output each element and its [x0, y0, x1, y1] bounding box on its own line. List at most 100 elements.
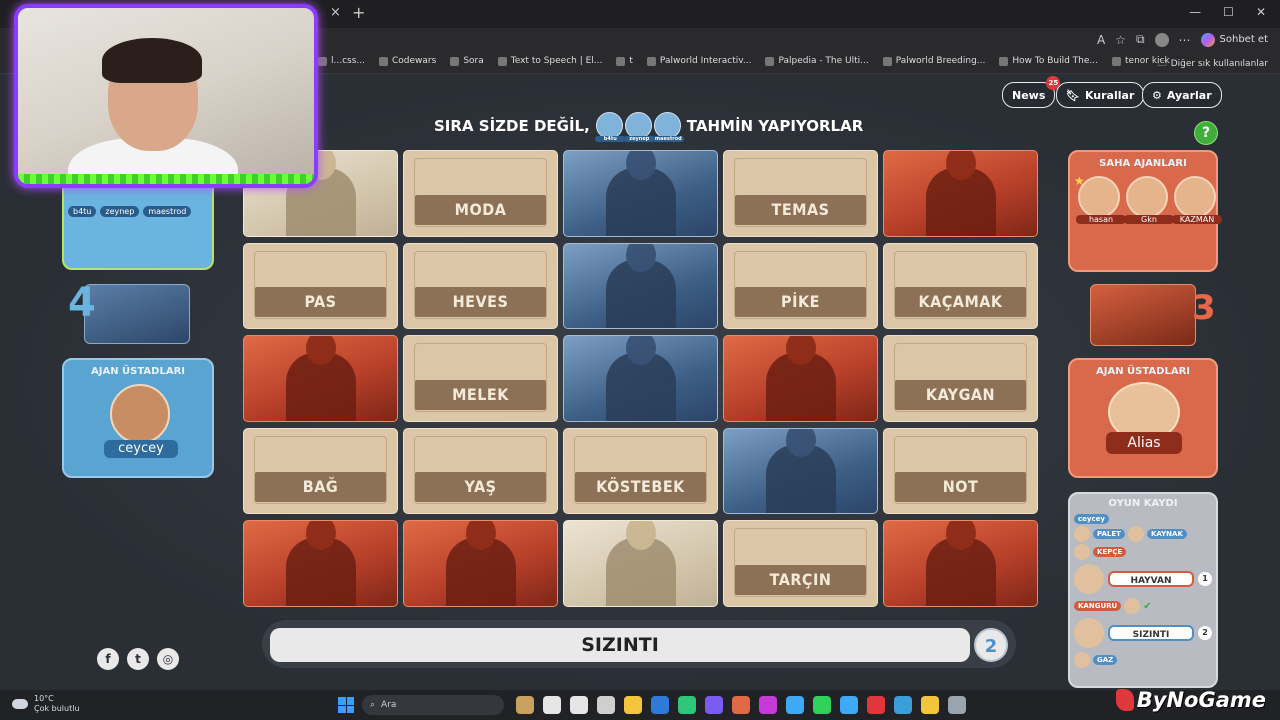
word-card[interactable]: TEMAS: [723, 150, 878, 237]
bookmark-item[interactable]: How To Build The...: [999, 56, 1098, 66]
red-agent-card: [723, 335, 878, 422]
word-card[interactable]: KAYGAN: [883, 335, 1038, 422]
bookmark-item[interactable]: Palpedia - The Ulti...: [765, 56, 869, 66]
new-tab-icon[interactable]: +: [352, 3, 365, 22]
twitter-icon[interactable]: t: [127, 648, 149, 670]
word-card[interactable]: BAĞ: [243, 427, 398, 514]
taskbar-app-icon[interactable]: [759, 696, 777, 714]
blue-operative-names: b4tu zeynep maestrod: [68, 206, 192, 217]
current-clue-word: SIZINTI: [270, 628, 970, 662]
log-entry: KEPÇE: [1074, 544, 1212, 560]
copilot-button[interactable]: Sohbet et: [1200, 32, 1268, 47]
taskbar-app-icon[interactable]: [867, 696, 885, 714]
red-operative-avatars: hasan Gkn KAZMAN: [1076, 176, 1222, 224]
collections-icon[interactable]: ⧉: [1136, 32, 1145, 47]
agent-portrait: [285, 537, 356, 606]
close-window-icon[interactable]: ✕: [1256, 5, 1266, 19]
taskbar-app-icon[interactable]: [894, 696, 912, 714]
profile-avatar[interactable]: [1154, 32, 1169, 47]
word-card[interactable]: HEVES: [403, 242, 558, 329]
taskbar-app-icon[interactable]: [543, 696, 561, 714]
blue-agent-card: [563, 335, 718, 422]
word-card[interactable]: NOT: [883, 427, 1038, 514]
news-button[interactable]: News 25: [1002, 76, 1061, 108]
taskbar-app-icon[interactable]: [813, 696, 831, 714]
word-card[interactable]: YAŞ: [403, 427, 558, 514]
instagram-icon[interactable]: ◎: [157, 648, 179, 670]
weather-text: Çok bulutlu: [34, 704, 80, 713]
log-clue-entry: SIZINTI 2: [1074, 618, 1212, 648]
taskbar-app-icon[interactable]: [678, 696, 696, 714]
bookmark-item[interactable]: Palworld Breeding...: [882, 56, 986, 66]
check-icon: ✔: [1143, 600, 1152, 612]
tab-close-icon[interactable]: ×: [330, 5, 341, 20]
current-clue-number: 2: [974, 628, 1008, 662]
avatar: [1074, 526, 1090, 542]
bookmark-label: t: [629, 56, 633, 66]
temperature: 10°C: [34, 694, 54, 703]
bookmark-item[interactable]: l...css...: [318, 56, 365, 66]
window-controls: — ☐ ✕: [1189, 5, 1266, 19]
rules-button[interactable]: 🔖︎ Kurallar: [1056, 82, 1145, 108]
other-favorites[interactable]: 🗀 Diğer sık kullanılanlar: [1158, 56, 1268, 72]
read-aloud-icon[interactable]: A: [1097, 33, 1105, 47]
taskbar-search[interactable]: ⌕ Ara: [362, 695, 504, 715]
taskbar-app-icon[interactable]: [516, 696, 534, 714]
taskbar-app-icon[interactable]: [921, 696, 939, 714]
minimize-icon[interactable]: —: [1189, 5, 1201, 19]
bookmark-favicon-icon: [318, 56, 327, 66]
word-card[interactable]: KAÇAMAK: [883, 242, 1038, 329]
word-card[interactable]: MODA: [403, 150, 558, 237]
avatar: [1127, 526, 1144, 542]
weather-widget[interactable]: 10°C Çok bulutlu: [12, 694, 80, 714]
card-word: BAĞ: [255, 472, 386, 502]
agent-portrait: [605, 167, 676, 236]
word-card[interactable]: PAS: [243, 242, 398, 329]
facebook-icon[interactable]: f: [97, 648, 119, 670]
word-card[interactable]: MELEK: [403, 335, 558, 422]
taskbar-app-icon[interactable]: [840, 696, 858, 714]
bookmark-favicon-icon: [616, 56, 626, 66]
bookmark-item[interactable]: Text to Speech | El...: [497, 56, 602, 66]
taskbar-app-icon[interactable]: [732, 696, 750, 714]
blue-remaining-count: 4: [68, 280, 96, 326]
codenames-board: MODA TEMAS PAS HEVES PİKE KAÇAMAK MELEK KAYGAN B…: [243, 150, 1038, 608]
more-icon[interactable]: ⋯: [1179, 33, 1191, 47]
red-agent-card: [883, 520, 1038, 607]
red-agent-card: [403, 520, 558, 607]
bookmark-item[interactable]: Sora: [450, 56, 484, 66]
log-entry: KANGURU ✔: [1074, 598, 1212, 614]
search-icon: ⌕: [370, 700, 376, 710]
taskbar-app-icon[interactable]: [651, 696, 669, 714]
slime-border: [18, 174, 314, 184]
taskbar-app-icon[interactable]: [570, 696, 588, 714]
settings-label: Ayarlar: [1166, 88, 1212, 102]
favorite-star-icon[interactable]: ☆: [1115, 33, 1126, 47]
log-entry: PALET KAYNAK: [1074, 526, 1212, 542]
word-card[interactable]: PİKE: [723, 242, 878, 329]
bookmark-label: Palworld Breeding...: [895, 56, 986, 66]
bookmark-item[interactable]: Codewars: [379, 56, 436, 66]
taskbar-app-icon[interactable]: [597, 696, 615, 714]
maximize-icon[interactable]: ☐: [1223, 5, 1234, 19]
taskbar-app-icon[interactable]: [786, 696, 804, 714]
bookmark-icon: 🔖︎: [1066, 88, 1080, 102]
bookmark-item[interactable]: Palworld Interactiv...: [646, 56, 751, 66]
help-button[interactable]: ?: [1194, 121, 1218, 145]
start-icon[interactable]: [338, 697, 354, 713]
avatar: Gkn: [1124, 176, 1174, 224]
taskbar-app-icon[interactable]: [948, 696, 966, 714]
card-word: KAYGAN: [895, 379, 1026, 410]
settings-button[interactable]: ⚙ Ayarlar: [1142, 82, 1222, 108]
bookmark-item[interactable]: t: [616, 56, 633, 66]
game-log-panel[interactable]: OYUN KAYDI ceycey PALET KAYNAK KEPÇE HAY…: [1068, 492, 1218, 688]
red-agent-card: [243, 335, 398, 422]
word-card[interactable]: KÖSTEBEK: [563, 427, 718, 514]
word-card[interactable]: TARÇIN: [723, 520, 878, 607]
bookmark-favicon-icon: [999, 56, 1009, 66]
taskbar-app-icon[interactable]: [624, 696, 642, 714]
card-word: TEMAS: [735, 194, 866, 225]
taskbar-app-icon[interactable]: [705, 696, 723, 714]
channel-watermark: ByNoGame: [1115, 688, 1266, 712]
copilot-icon: [1200, 32, 1215, 47]
